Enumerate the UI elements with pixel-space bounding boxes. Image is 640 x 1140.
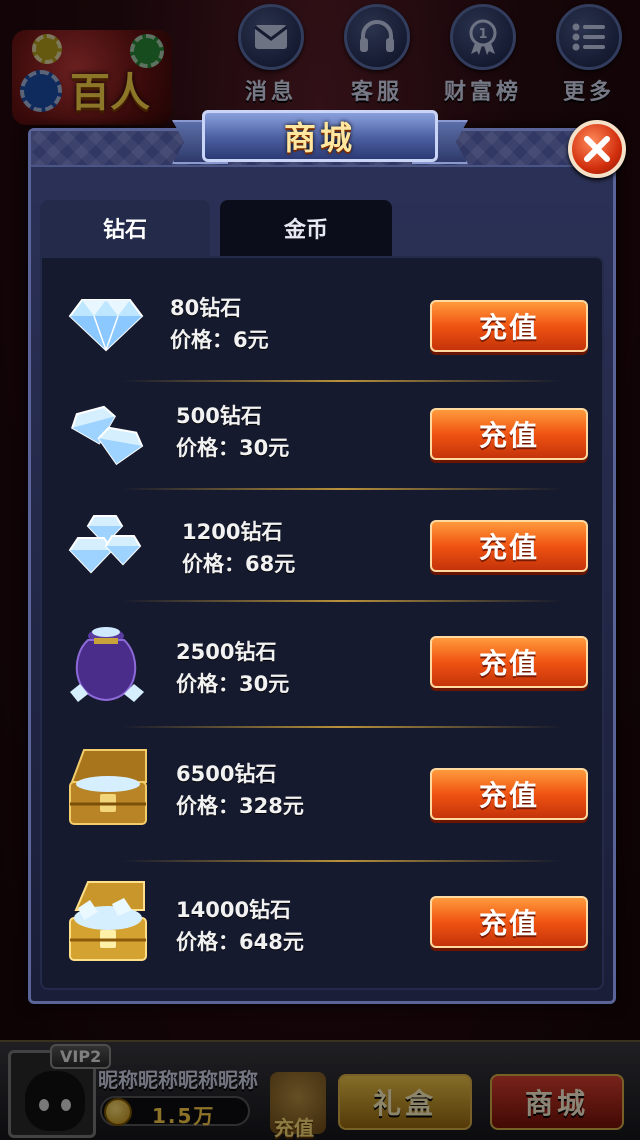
close-icon — [584, 136, 610, 162]
item-name: 1200钻石 — [182, 520, 283, 544]
item-price: 价格：30元 — [176, 672, 290, 696]
item-price: 价格：30元 — [176, 436, 290, 460]
dialog-title: 商城 — [283, 119, 356, 157]
tab-gold[interactable]: 金币 — [220, 200, 392, 256]
recharge-button[interactable]: 充值 — [430, 408, 588, 460]
recharge-button[interactable]: 充值 — [430, 768, 588, 820]
item-name: 500钻石 — [176, 404, 262, 428]
diamond-pair-icon — [66, 394, 146, 474]
recharge-button[interactable]: 充值 — [430, 896, 588, 948]
recharge-button[interactable]: 充值 — [430, 520, 588, 572]
item-price: 价格：648元 — [176, 930, 304, 954]
diamond-bag-icon — [66, 620, 146, 702]
gold-chest-icon — [66, 880, 147, 961]
close-button[interactable] — [568, 120, 626, 178]
item-name: 2500钻石 — [176, 640, 277, 664]
tab-diamond[interactable]: 钻石 — [40, 200, 210, 256]
recharge-button[interactable]: 充值 — [430, 300, 588, 352]
recharge-button[interactable]: 充值 — [430, 636, 588, 688]
item-price: 价格：6元 — [170, 328, 269, 352]
product-list: 80钻石 价格：6元 充值 500钻石 价格：30元 充值 1200钻石 价格：… — [40, 256, 604, 990]
diamond-icon — [66, 286, 146, 366]
item-name: 80钻石 — [170, 296, 242, 320]
divider — [122, 726, 562, 728]
item-price: 价格：328元 — [176, 794, 304, 818]
diamond-pile-icon — [66, 508, 146, 588]
item-name: 14000钻石 — [176, 898, 292, 922]
divider — [122, 600, 562, 602]
treasure-chest-icon — [66, 746, 147, 826]
item-name: 6500钻石 — [176, 762, 277, 786]
item-price: 价格：68元 — [182, 552, 296, 576]
divider — [122, 860, 562, 862]
dialog-title-ribbon: 商城 — [172, 106, 468, 172]
divider — [122, 380, 562, 382]
divider — [122, 488, 562, 490]
